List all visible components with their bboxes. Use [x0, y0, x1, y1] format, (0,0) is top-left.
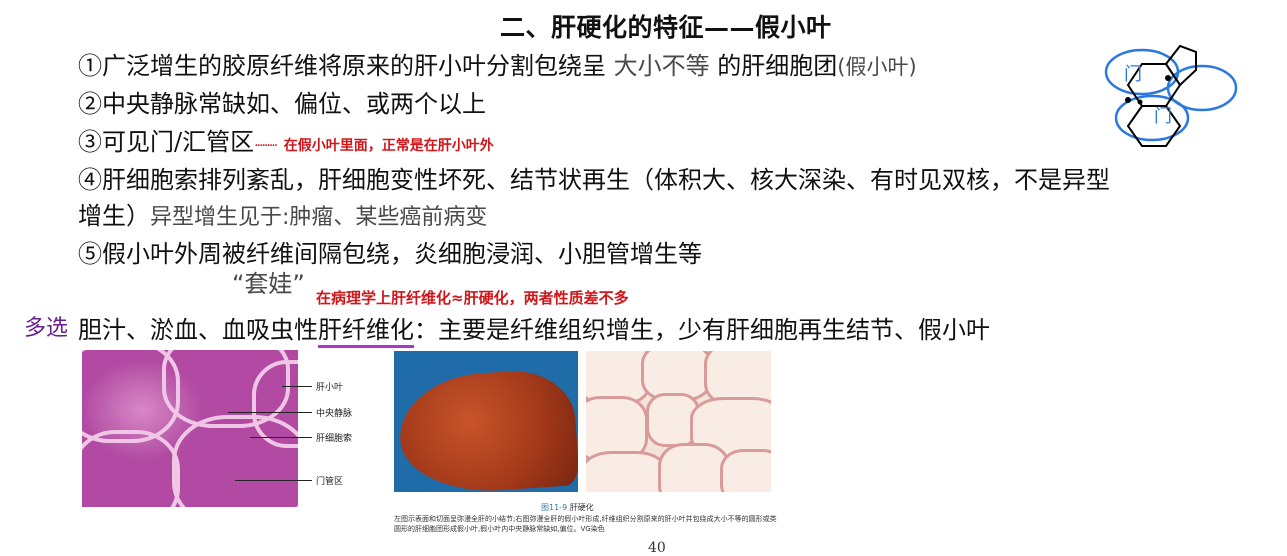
fibrosis-note: 在病理学上肝纤维化≈肝硬化，两者性质差不多 — [316, 289, 629, 307]
point-3-note: 在假小叶里面，正常是在肝小叶外 — [283, 138, 494, 154]
point-4b: 增生）异型增生见于:肿瘤、某些癌前病变 — [78, 196, 487, 231]
histology-image-normal — [82, 350, 298, 507]
point-1: ①广泛增生的胶原纤维将原来的肝小叶分割包绕呈 大小不等 的肝细胞团(假小叶) — [78, 46, 917, 81]
point-3: ③可见门/汇管区········· 在假小叶里面，正常是在肝小叶外 — [78, 122, 494, 157]
point-5: ⑤假小叶外周被纤维间隔包绕，炎细胞浸润、小胆管增生等 — [78, 240, 702, 268]
figure-number: 图11-9 — [541, 503, 568, 512]
fibrosis-text: 胆汁、淤血、血吸虫性 — [78, 316, 318, 344]
fibrosis-text-after: ：主要是纤维组织增生，少有肝细胞再生结节、假小叶 — [414, 316, 990, 344]
label-hepatic-cord: 肝细胞索 — [316, 434, 353, 444]
matryoshka-handwritten: “套娃” — [232, 270, 305, 298]
point-1-text: ①广泛增生的胶原纤维将原来的肝小叶分割包绕呈 — [78, 52, 606, 80]
point-4a: ④肝细胞索排列紊乱，肝细胞变性坏死、结节状再生（体积大、核大深染、有时见双核，不… — [78, 166, 1110, 194]
page-number: 40 — [648, 540, 666, 556]
gross-liver-image — [394, 351, 578, 492]
figure-title-text: 肝硬化 — [569, 503, 594, 512]
diagram-dot — [1125, 97, 1131, 103]
figure-caption: 左图示表面和切面呈弥漫全肝的小结节;右图弥漫全肝的假小叶形成,纤维组织分割原来的… — [394, 515, 777, 533]
label-central-vein: 中央静脉 — [316, 409, 353, 419]
pseudolobule-diagram: 门 门 — [1104, 44, 1238, 147]
fibrosis-underlined: 肝纤维化 — [318, 316, 414, 348]
point-1-red-text: 大小不等 — [613, 52, 710, 80]
label-lobule: 肝小叶 — [316, 383, 344, 393]
figure-title: 图11-9 肝硬化 — [541, 502, 594, 513]
page-title: 二、肝硬化的特征——假小叶 — [500, 13, 832, 42]
dotted-leader: ········· — [254, 138, 278, 154]
label-portal-area: 门管区 — [316, 477, 344, 487]
multi-choice-handwritten: 多选 — [24, 316, 69, 341]
point-1-handwritten: (假小叶) — [837, 55, 917, 79]
point-3-text: ③可见门/汇管区 — [78, 128, 255, 156]
diagram-dot — [1137, 99, 1143, 105]
fibrosis-line: 胆汁、淤血、血吸虫性肝纤维化：主要是纤维组织增生，少有肝细胞再生结节、假小叶 — [78, 310, 990, 348]
histology-image-pseudolobule — [586, 351, 771, 492]
point-4b-text: 增生） — [78, 202, 150, 230]
point-2: ②中央静脉常缺如、偏位、或两个以上 — [78, 90, 486, 118]
diagram-label-bottom: 门 — [1154, 106, 1172, 127]
point-4-handwritten: 异型增生见于:肿瘤、某些癌前病变 — [150, 205, 488, 230]
point-1-text-after: 的肝细胞团 — [717, 52, 838, 80]
diagram-dot — [1165, 75, 1171, 81]
diagram-label-top: 门 — [1124, 64, 1142, 85]
